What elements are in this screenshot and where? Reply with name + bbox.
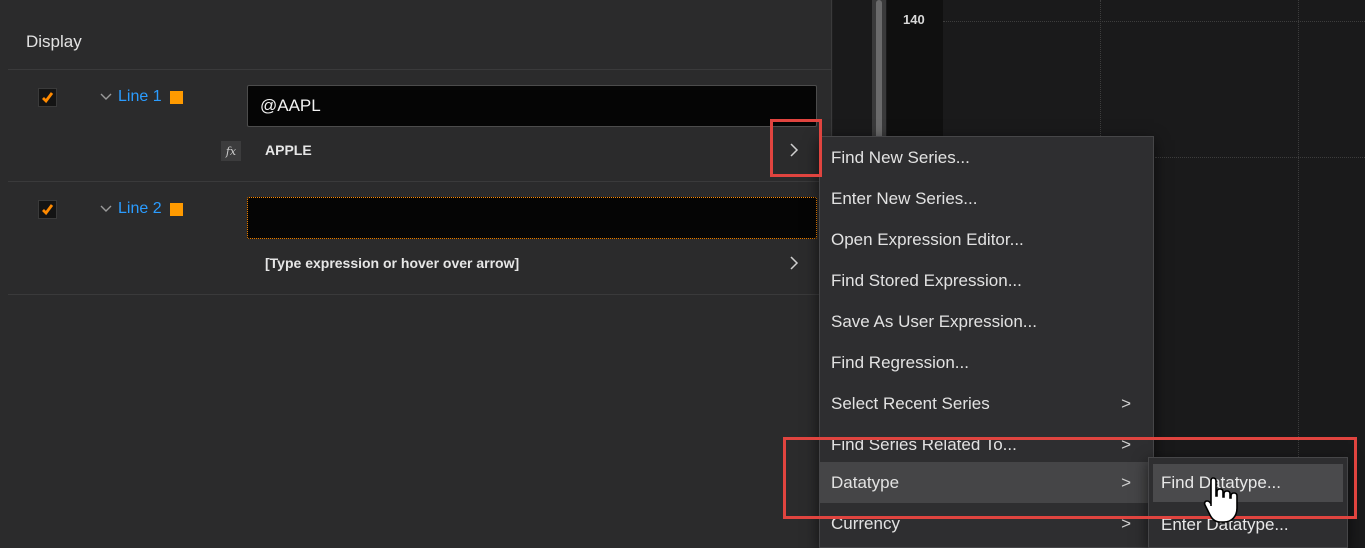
menu-item-datatype[interactable]: Datatype > <box>820 462 1153 503</box>
line-1-expression-input[interactable] <box>247 85 817 127</box>
grid-line <box>1298 0 1299 457</box>
series-context-menu: Find New Series... Enter New Series... O… <box>819 136 1154 548</box>
line-1-color-swatch[interactable] <box>169 90 183 104</box>
chevron-right-icon: > <box>1121 434 1131 454</box>
hand-cursor-icon <box>1203 477 1238 523</box>
line-2-expression-input[interactable] <box>247 197 817 239</box>
line-1-label: Line 1 <box>118 88 162 105</box>
menu-item-open-expression-editor[interactable]: Open Expression Editor... <box>820 219 1153 260</box>
chevron-right-icon <box>790 256 799 270</box>
menu-item-find-regression[interactable]: Find Regression... <box>820 342 1153 383</box>
line-2-color-swatch[interactable] <box>169 202 183 216</box>
line-1-toggle[interactable]: Line 1 <box>100 86 183 108</box>
function-icon[interactable]: fx <box>221 141 241 161</box>
grid-line <box>943 21 1365 22</box>
line-2-series-arrow-button[interactable] <box>784 250 804 276</box>
menu-item-select-recent-series[interactable]: Select Recent Series > <box>820 383 1153 424</box>
menu-item-find-stored-expression[interactable]: Find Stored Expression... <box>820 260 1153 301</box>
line-row-1: Line 1 fx APPLE <box>8 72 832 182</box>
chevron-right-icon: > <box>1121 513 1131 533</box>
line-1-description: APPLE <box>265 142 312 158</box>
menu-item-save-as-user-expression[interactable]: Save As User Expression... <box>820 301 1153 342</box>
y-axis-tick-label: 140 <box>903 12 925 27</box>
line-1-series-arrow-button[interactable] <box>784 137 804 163</box>
chevron-right-icon <box>790 143 799 157</box>
grid-line <box>1100 0 1101 136</box>
menu-item-currency[interactable]: Currency > <box>820 503 1153 544</box>
chevron-right-icon: > <box>1121 393 1131 413</box>
chevron-right-icon: > <box>1121 472 1131 492</box>
panel-header: Display <box>8 10 832 70</box>
line-row-2: Line 2 [Type expression or hover over ar… <box>8 183 832 295</box>
display-panel: Display Line 1 fx APPLE <box>0 0 832 548</box>
grid-line <box>1155 157 1365 158</box>
line-2-label: Line 2 <box>118 200 162 217</box>
panel-title: Display <box>26 32 82 51</box>
menu-item-find-series-related-to[interactable]: Find Series Related To... > <box>820 424 1153 465</box>
menu-item-find-new-series[interactable]: Find New Series... <box>820 137 1153 178</box>
submenu-item-enter-datatype[interactable]: Enter Datatype... <box>1153 506 1343 544</box>
checkmark-icon <box>42 92 54 104</box>
chevron-down-icon <box>100 93 112 100</box>
menu-item-enter-new-series[interactable]: Enter New Series... <box>820 178 1153 219</box>
line-1-checkbox[interactable] <box>38 88 57 107</box>
submenu-item-find-datatype[interactable]: Find Datatype... <box>1153 464 1343 502</box>
line-2-toggle[interactable]: Line 2 <box>100 198 183 220</box>
checkmark-icon <box>42 204 54 216</box>
chevron-down-icon <box>100 205 112 212</box>
line-2-description: [Type expression or hover over arrow] <box>265 255 520 271</box>
datatype-submenu: Find Datatype... Enter Datatype... <box>1148 457 1348 548</box>
line-2-checkbox[interactable] <box>38 200 57 219</box>
